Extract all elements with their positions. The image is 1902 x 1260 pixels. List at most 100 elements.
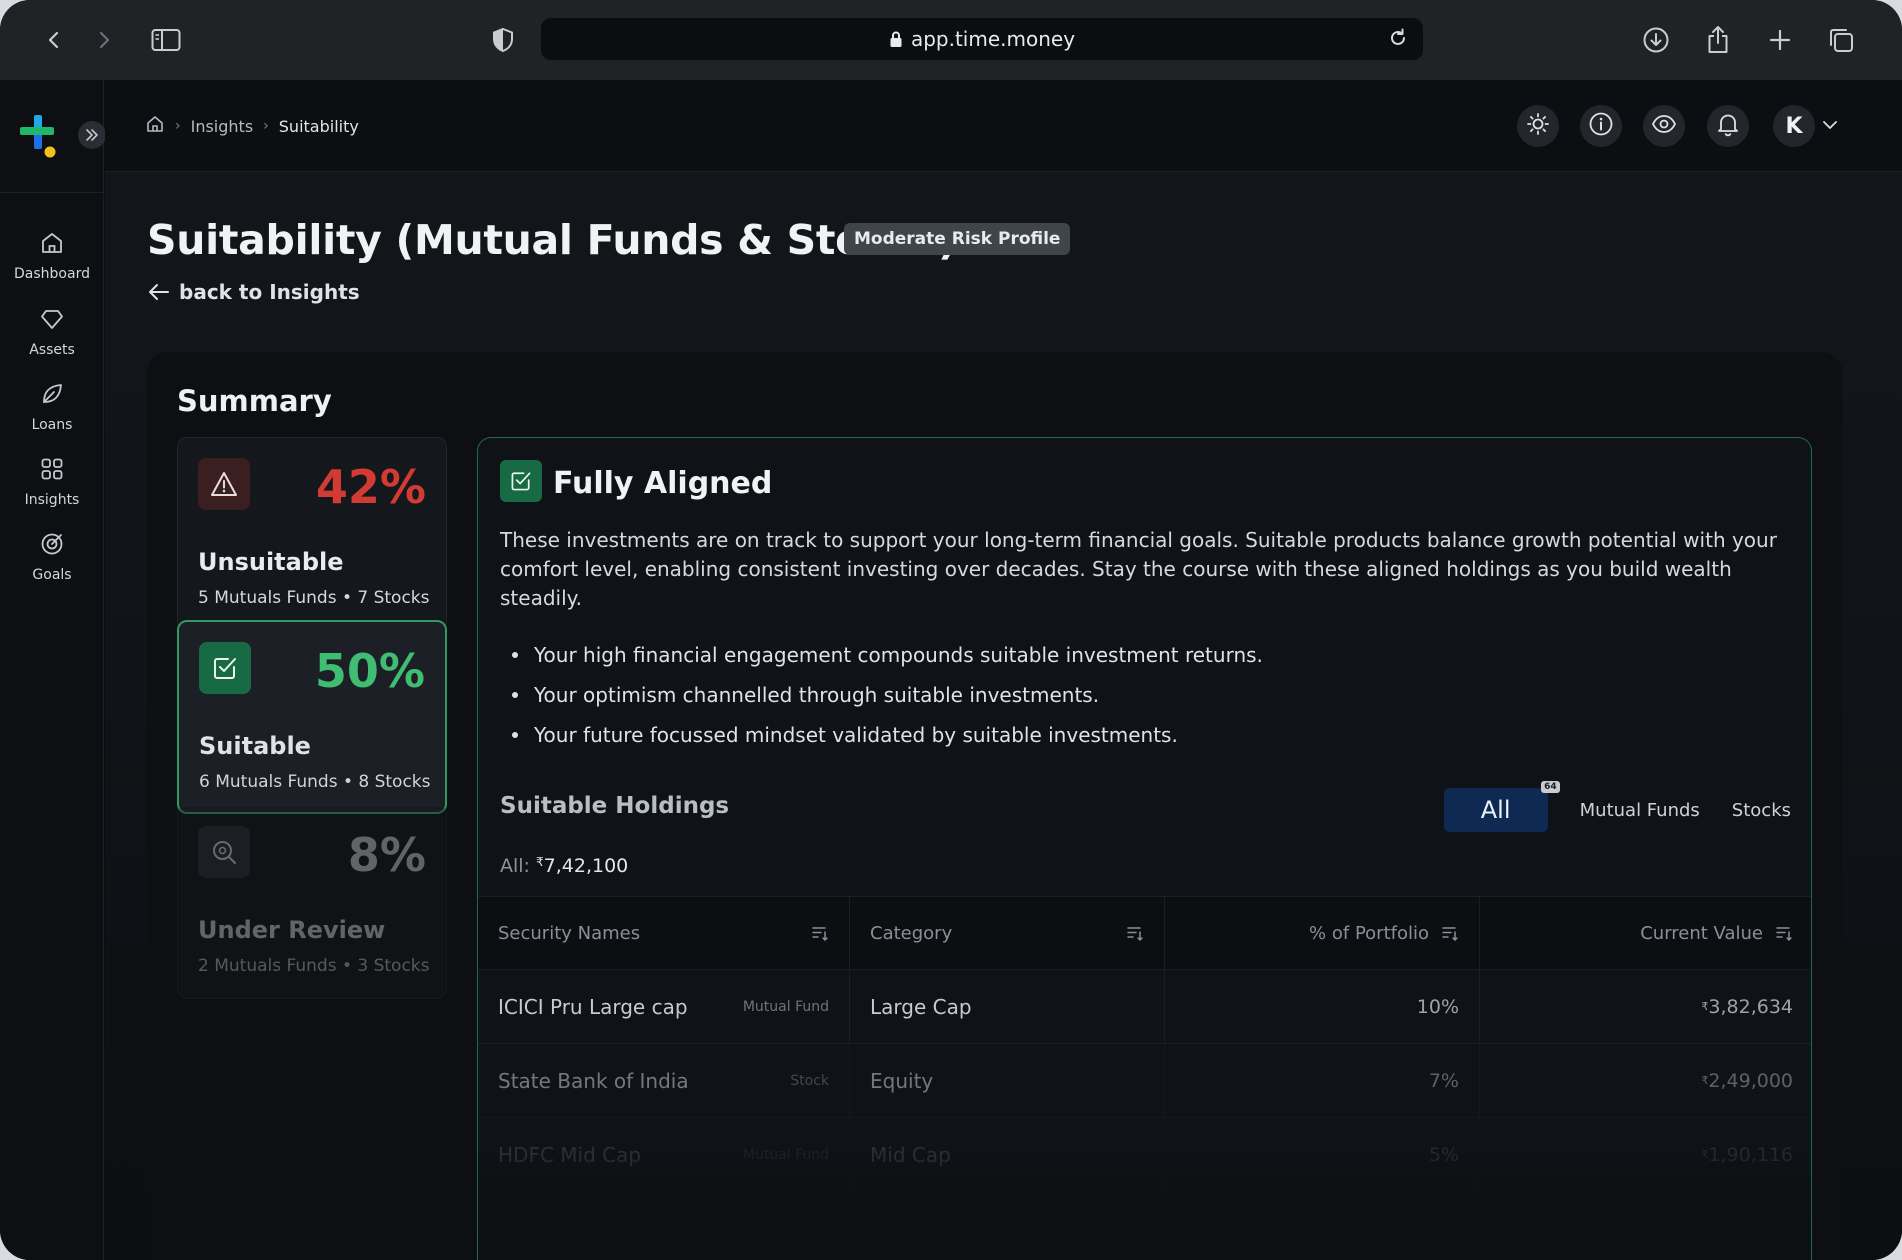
security-name: ICICI Pru Large cap	[498, 994, 688, 1019]
arrow-left-icon	[147, 282, 171, 302]
breadcrumb-home-icon[interactable]	[145, 114, 165, 138]
holdings-table: Security Names Category % of Portfolio C…	[478, 896, 1811, 1192]
url-text: app.time.money	[910, 27, 1076, 51]
back-arrow-icon[interactable]	[36, 22, 72, 58]
currency-symbol: ₹	[1701, 1000, 1709, 1013]
lock-icon	[889, 30, 903, 48]
column-header-current-value[interactable]: Current Value	[1480, 897, 1811, 969]
security-cell: HDFC Mid Cap Mutual Fund	[478, 1118, 850, 1191]
security-type: Mutual Fund	[742, 1146, 829, 1163]
new-tab-icon[interactable]	[1762, 22, 1798, 58]
sidebar-item-label: Goals	[32, 567, 72, 583]
column-header-label: Category	[870, 922, 953, 944]
table-row[interactable]: HDFC Mid Cap Mutual Fund Mid Cap 5% ₹1,9…	[478, 1118, 1811, 1192]
sort-icon[interactable]	[1126, 924, 1144, 942]
breadcrumb-separator-icon: ›	[175, 118, 181, 134]
column-header-label: % of Portfolio	[1309, 922, 1429, 944]
address-bar[interactable]: app.time.money	[541, 18, 1423, 60]
sidebar-toggle-icon[interactable]	[148, 22, 184, 58]
sidebar-item-label: Assets	[29, 342, 75, 358]
expand-sidebar-button[interactable]	[78, 121, 106, 149]
under-review-card[interactable]: 8% Under Review 2 Mutuals Funds • 3 Stoc…	[177, 805, 447, 999]
sort-icon[interactable]	[1441, 924, 1459, 942]
app-logo[interactable]	[20, 115, 60, 159]
column-header-label: Security Names	[498, 922, 641, 944]
sidebar-item-label: Dashboard	[14, 266, 90, 282]
column-header-security[interactable]: Security Names	[478, 897, 850, 969]
under-review-breakdown: 2 Mutuals Funds • 3 Stocks	[198, 956, 430, 976]
total-amount: ₹7,42,100	[536, 855, 628, 877]
under-review-percent: 8%	[347, 828, 426, 882]
suitable-percent: 50%	[314, 644, 425, 698]
check-square-icon	[199, 642, 251, 694]
forward-arrow-icon[interactable]	[86, 22, 122, 58]
summary-panel: Summary 42% Unsuitable 5 Mutuals Funds •…	[147, 352, 1842, 1260]
download-icon[interactable]	[1638, 22, 1674, 58]
total-label: All:	[500, 855, 530, 877]
bullet-dot	[512, 732, 518, 738]
under-review-label: Under Review	[198, 916, 386, 944]
bullet-text: Your optimism channelled through suitabl…	[534, 683, 1100, 707]
sidebar-item-loans[interactable]: Loans	[0, 381, 104, 433]
sort-icon[interactable]	[811, 924, 829, 942]
sidebar-item-goals[interactable]: Goals	[0, 531, 104, 583]
avatar[interactable]: K	[1773, 105, 1815, 147]
info-button[interactable]	[1580, 105, 1622, 147]
currency-symbol: ₹	[1701, 1074, 1709, 1087]
unsuitable-card[interactable]: 42% Unsuitable 5 Mutuals Funds • 7 Stock…	[177, 437, 447, 631]
eye-icon	[1651, 111, 1677, 141]
security-name: State Bank of India	[498, 1068, 689, 1093]
bullet-dot	[512, 652, 518, 658]
total-value: 7,42,100	[543, 855, 629, 877]
diamond-icon	[39, 306, 65, 336]
chevron-down-icon[interactable]	[1821, 116, 1839, 138]
security-name: HDFC Mid Cap	[498, 1142, 642, 1167]
breadcrumb-insights[interactable]: Insights	[191, 117, 254, 136]
info-icon	[1588, 111, 1614, 141]
breadcrumb-separator-icon: ›	[263, 118, 269, 134]
grid-icon	[39, 456, 65, 486]
unsuitable-breakdown: 5 Mutuals Funds • 7 Stocks	[198, 588, 430, 608]
column-header-portfolio-percent[interactable]: % of Portfolio	[1165, 897, 1480, 969]
theme-toggle-button[interactable]	[1517, 105, 1559, 147]
table-row[interactable]: ICICI Pru Large cap Mutual Fund Large Ca…	[478, 970, 1811, 1044]
tab-all[interactable]: All 64	[1443, 781, 1560, 832]
page-title: Suitability (Mutual Funds & Stocks)	[147, 216, 957, 264]
category-cell: Equity	[850, 1044, 1165, 1117]
tab-mutual-funds[interactable]: Mutual Funds	[1580, 800, 1700, 821]
sidebar-divider	[0, 192, 104, 193]
suitable-card[interactable]: 50% Suitable 6 Mutuals Funds • 8 Stocks	[177, 620, 447, 814]
sidebar-item-assets[interactable]: Assets	[0, 306, 104, 358]
notifications-button[interactable]	[1707, 105, 1749, 147]
holdings-total: All: ₹7,42,100	[500, 855, 628, 877]
summary-title: Summary	[177, 384, 332, 418]
sort-icon[interactable]	[1775, 924, 1793, 942]
back-to-insights-link[interactable]: back to Insights	[147, 280, 360, 304]
sidebar: Dashboard Assets Loans Insights Goals	[0, 80, 106, 1260]
table-row[interactable]: State Bank of India Stock Equity 7% ₹2,4…	[478, 1044, 1811, 1118]
column-header-category[interactable]: Category	[850, 897, 1165, 969]
reload-icon[interactable]	[1387, 27, 1409, 54]
visibility-button[interactable]	[1643, 105, 1685, 147]
fully-aligned-description: These investments are on track to suppor…	[500, 528, 1777, 610]
breadcrumb: › Insights › Suitability	[145, 114, 359, 138]
home-icon	[39, 230, 65, 260]
share-icon[interactable]	[1700, 22, 1736, 58]
current-value-cell: ₹2,49,000	[1480, 1044, 1811, 1117]
unsuitable-percent: 42%	[315, 460, 426, 514]
tab-all-label: All	[1480, 796, 1511, 824]
sidebar-item-insights[interactable]: Insights	[0, 456, 104, 508]
bell-icon	[1715, 111, 1741, 141]
security-type: Mutual Fund	[742, 998, 829, 1015]
tabs-overview-icon[interactable]	[1823, 22, 1859, 58]
browser-toolbar: app.time.money	[0, 0, 1902, 80]
leaf-icon	[39, 381, 65, 411]
tab-stocks[interactable]: Stocks	[1732, 800, 1791, 821]
list-item: Your future focussed mindset validated b…	[500, 715, 1263, 755]
check-square-icon	[500, 460, 542, 502]
sidebar-item-dashboard[interactable]: Dashboard	[0, 230, 104, 282]
shield-icon[interactable]	[485, 22, 521, 58]
back-link-label: back to Insights	[179, 280, 360, 304]
table-body: ICICI Pru Large cap Mutual Fund Large Ca…	[478, 970, 1811, 1192]
current-value: 1,90,116	[1708, 1143, 1793, 1166]
